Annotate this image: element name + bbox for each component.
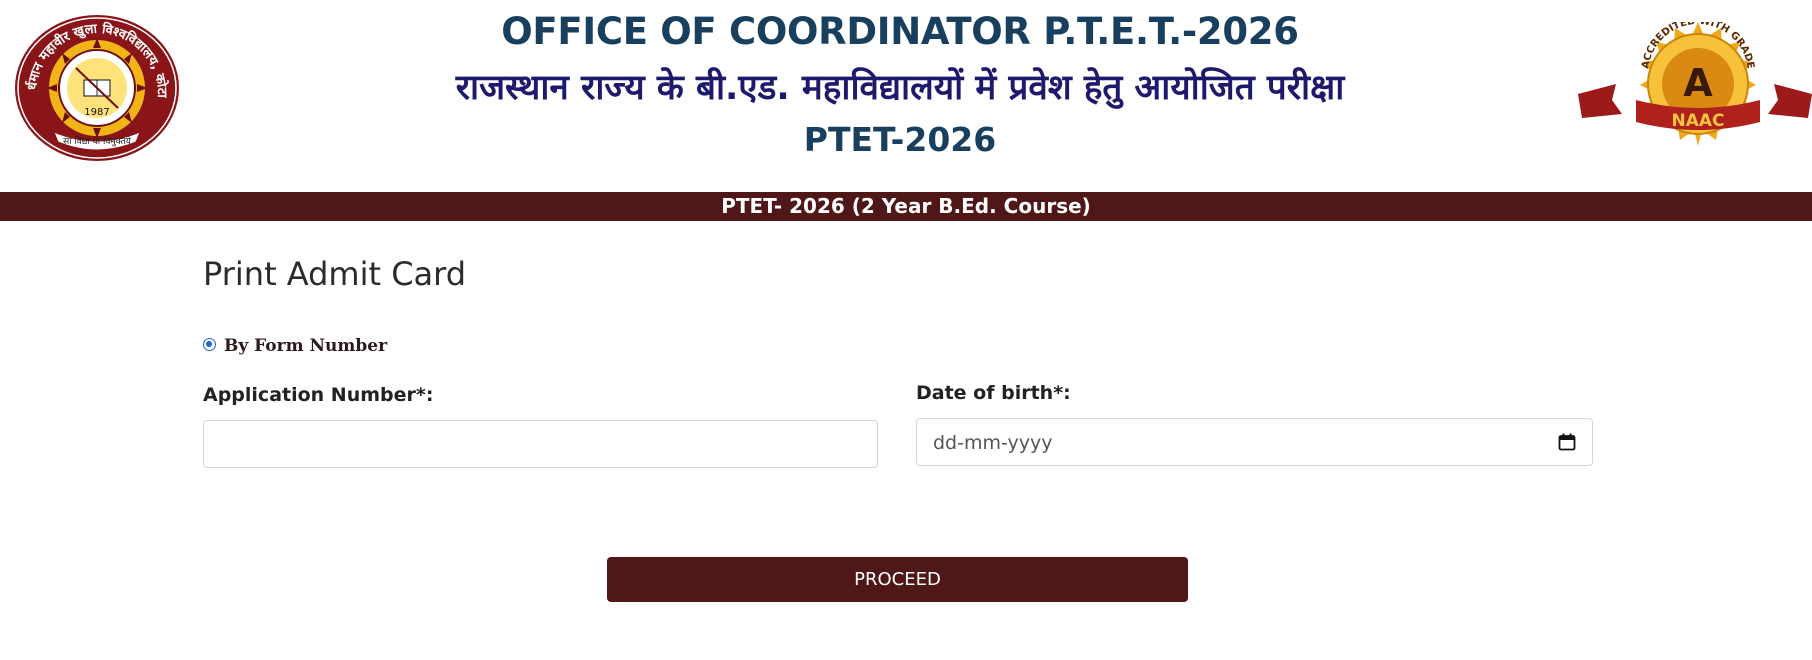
naac-badge-logo: ACCREDITED WITH GRADE A NAAC (1578, 16, 1812, 152)
page-header: वर्धमान महावीर खुला विश्वविद्यालय, कोटा … (0, 0, 1812, 192)
date-of-birth-input[interactable]: dd-mm-yyyy (916, 418, 1593, 466)
naac-grade: A (1683, 61, 1713, 105)
proceed-button[interactable]: PROCEED (607, 557, 1188, 602)
exam-code-title: PTET-2026 (803, 120, 997, 159)
date-of-birth-placeholder: dd-mm-yyyy (933, 432, 1053, 454)
seal-year: 1987 (84, 107, 109, 118)
application-number-label: Application Number*: (203, 384, 434, 406)
naac-ribbon-text: NAAC (1671, 111, 1724, 131)
application-number-input[interactable] (203, 420, 878, 468)
admit-card-form: Print Admit Card By Form Number Applicat… (203, 221, 1593, 660)
university-seal-logo: वर्धमान महावीर खुला विश्वविद्यालय, कोटा … (9, 3, 180, 162)
seal-motto: सा विद्या या विमुक्तये (63, 135, 132, 147)
date-of-birth-label: Date of birth*: (916, 382, 1071, 404)
by-form-number-radio[interactable] (203, 337, 216, 351)
by-form-number-label: By Form Number (224, 336, 388, 356)
office-title: OFFICE OF COORDINATOR P.T.E.T.-2026 (501, 10, 1299, 53)
page-title: Print Admit Card (203, 255, 467, 293)
calendar-icon[interactable] (1558, 433, 1576, 451)
course-banner: PTET- 2026 (2 Year B.Ed. Course) (0, 192, 1812, 221)
by-form-number-option[interactable]: By Form Number (203, 334, 387, 358)
exam-title-hindi: राजस्थान राज्य के बी.एड. महाविद्यालयों म… (455, 68, 1345, 108)
header-titles: OFFICE OF COORDINATOR P.T.E.T.-2026 राजस… (300, 4, 1500, 168)
